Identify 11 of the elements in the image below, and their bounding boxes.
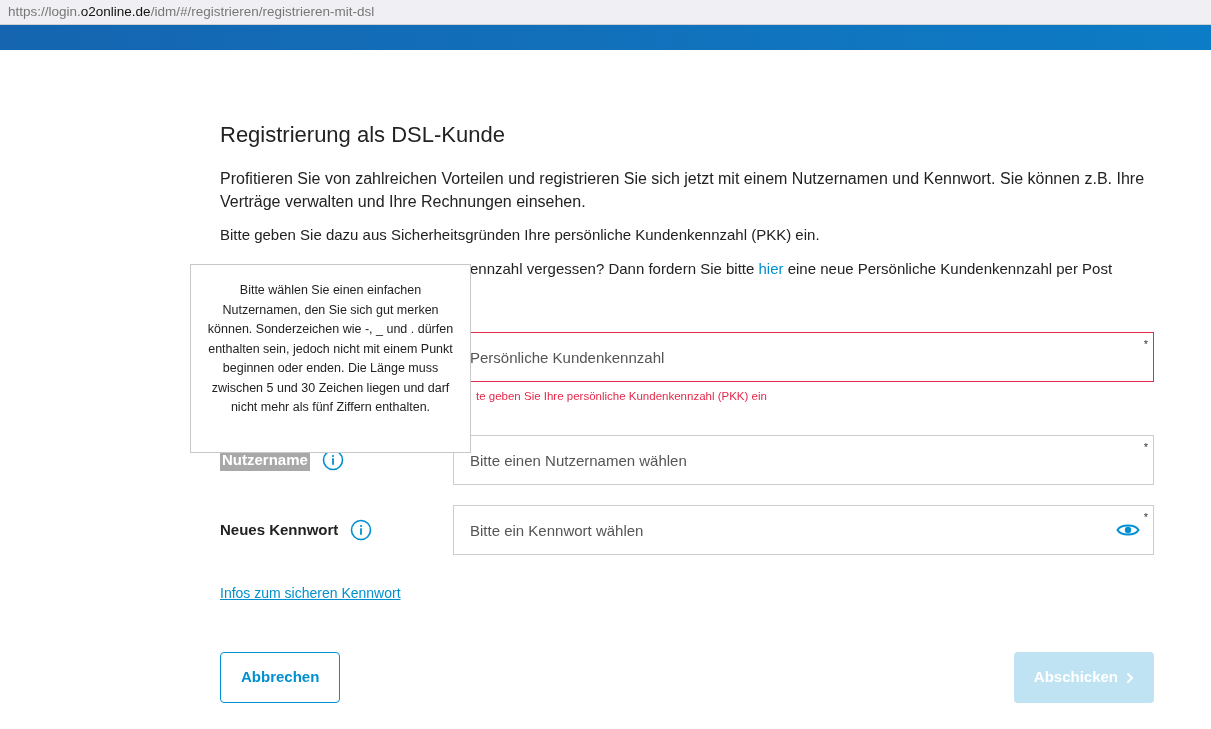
error-message: te geben Sie Ihre persönliche Kundenkennzahl (PKK) ein bbox=[476, 389, 767, 405]
intro-paragraph: ennzahl vergessen? Dann fordern Sie bitte hier eine neue Persönliche Kundenkennzahl per Post bbox=[470, 259, 1114, 279]
required-mark: * bbox=[1143, 510, 1148, 525]
page-heading: Registrierung als DSL-Kunde bbox=[220, 121, 506, 149]
intro-paragraph: Bitte geben Sie dazu aus Sicherheitsgründen Ihre persönliche Kundenkennzahl (PKK) ein. bbox=[220, 225, 821, 245]
required-mark: * bbox=[1143, 337, 1148, 352]
required-mark: * bbox=[1143, 440, 1148, 455]
intro-paragraph: Profitieren Sie von zahlreichen Vorteilen und registrieren Sie sich jetzt mit einem Nutzernamen und Kennwort. Sie können z.B. Ihre Verträge verwalten und Ihre Rechnungen einsehen. bbox=[220, 169, 1146, 212]
tooltip: Bitte wählen Sie einen einfachen Nutzernamen, den Sie sich gut merken können. Sonderzeichen wie -, _ und . dürfen enthalten sein, jedoch nicht mit einem Punkt beginnen oder enden. Die Länge muss zwischen 5 und 30 Zeichen liegen und darf nicht mehr als fünf Ziffern enthalten. bbox=[190, 264, 471, 453]
url-text: https://login.o2online.de/idm/#/registrieren/registrieren-mit-dsl bbox=[8, 2, 375, 21]
field-label: Neues Kennwort bbox=[220, 519, 339, 540]
